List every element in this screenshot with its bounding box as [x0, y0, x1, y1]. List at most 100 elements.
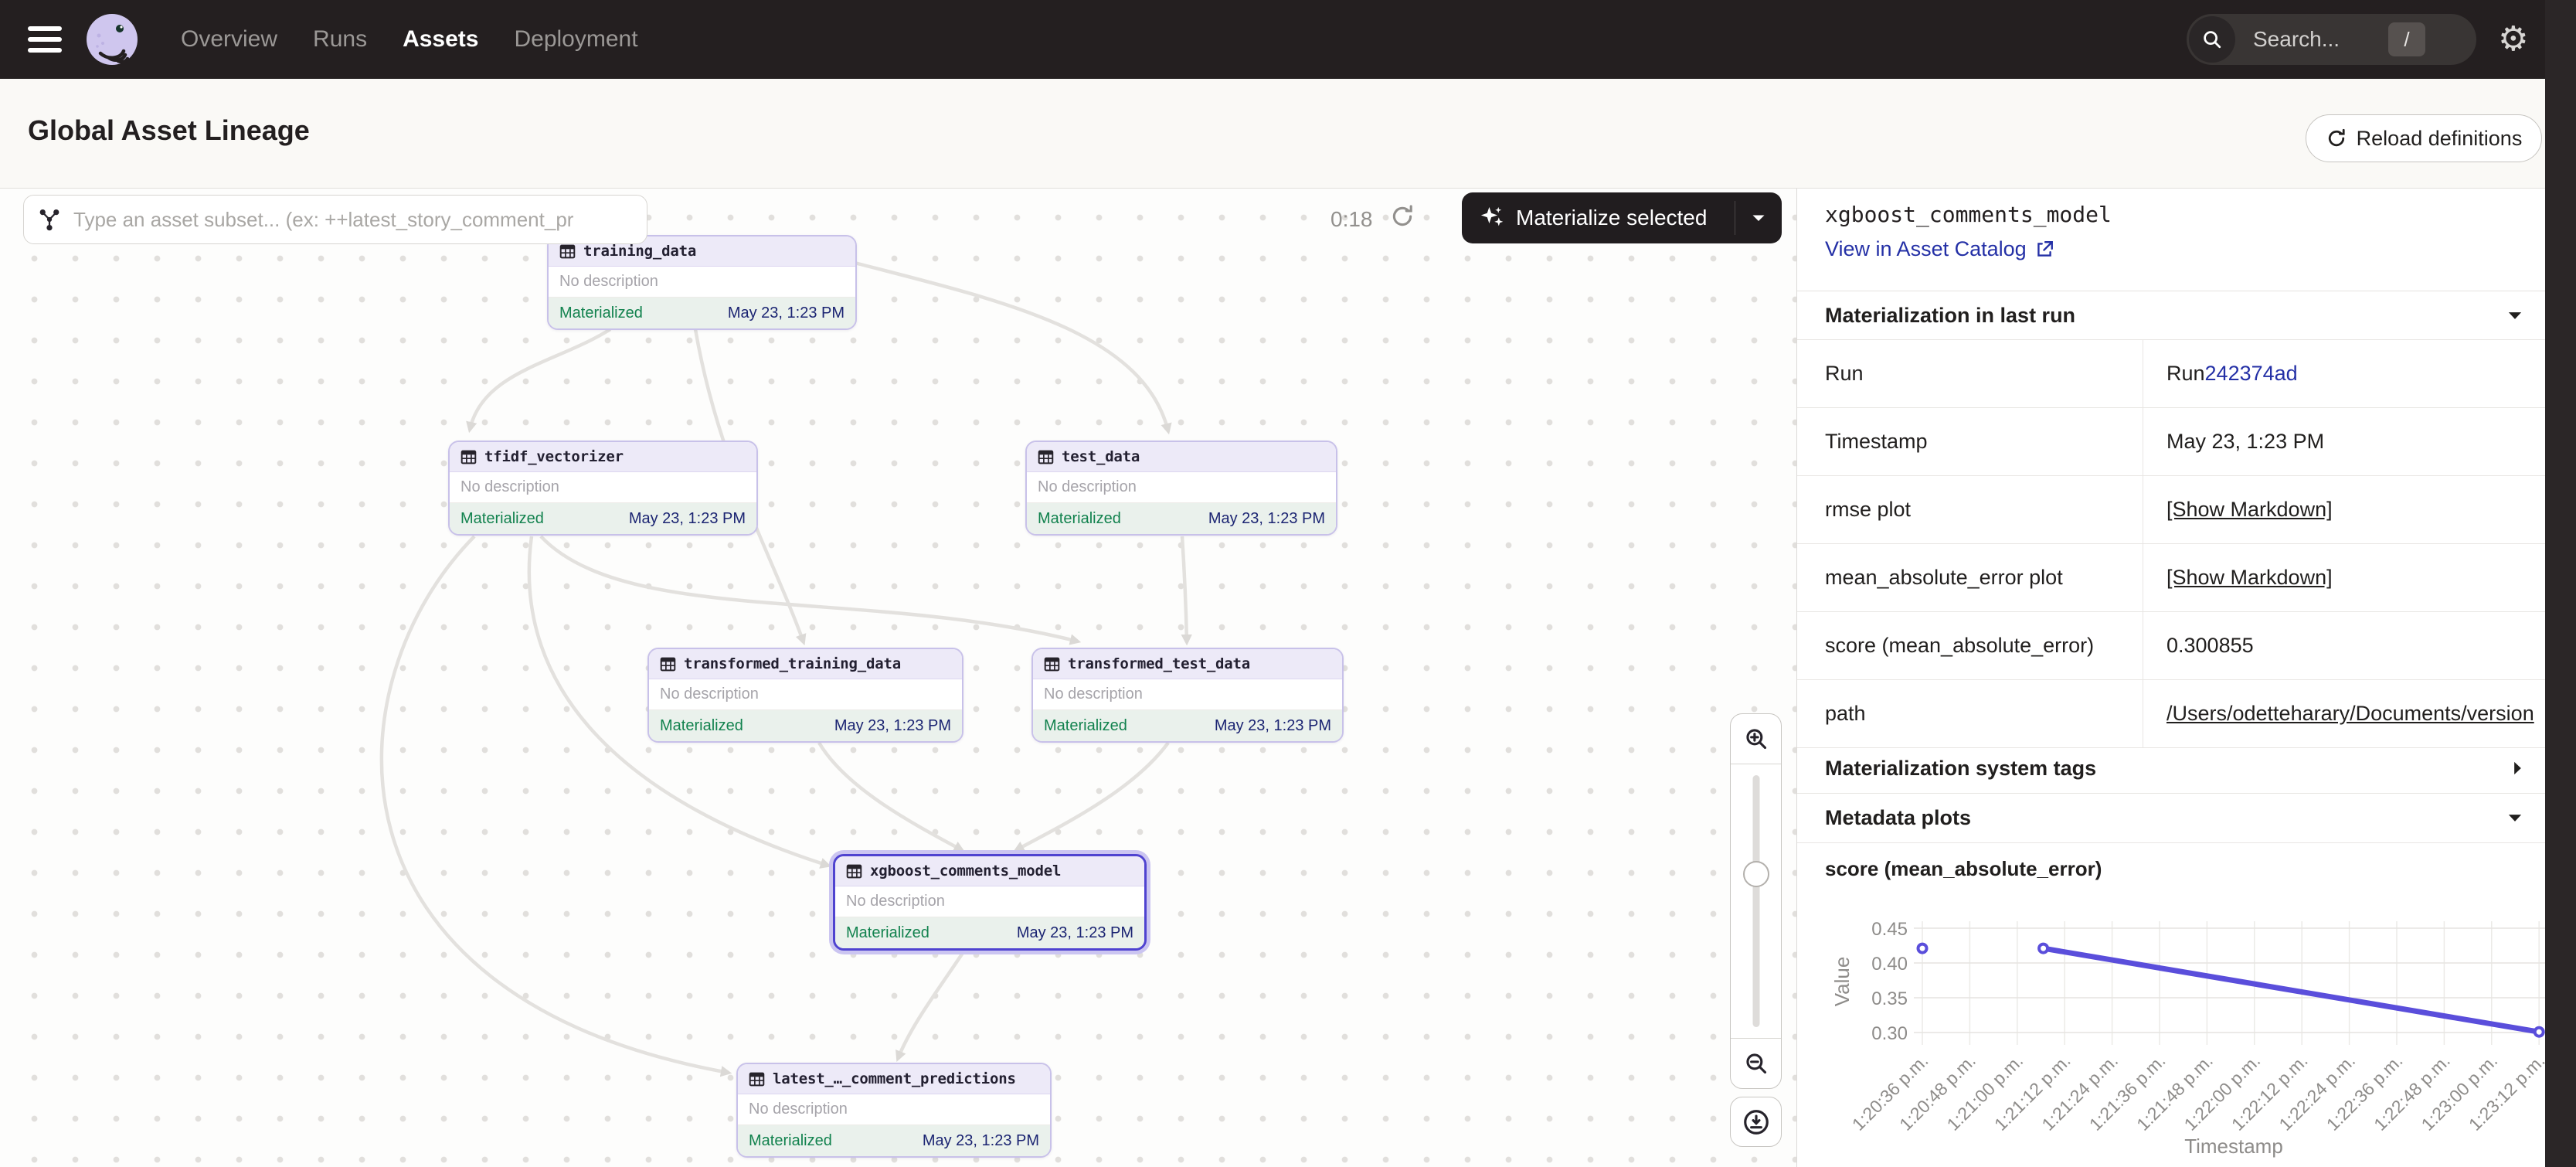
edge-xgboost_comments_model-to-latest_comment_predictions	[898, 951, 964, 1059]
zoom-slider[interactable]	[1731, 764, 1781, 1038]
metadata-row-rmse-plot: rmse plot [Show Markdown]	[1797, 476, 2546, 544]
data-point	[2039, 944, 2048, 953]
refresh-timer: 0:18	[1330, 207, 1373, 232]
graph-refresh-icon[interactable]	[1389, 203, 1415, 233]
metadata-label: path	[1797, 680, 2143, 747]
asset-node-training_data[interactable]: training_dataNo descriptionMaterializedM…	[547, 235, 857, 330]
global-search[interactable]: Search... /	[2187, 14, 2476, 65]
metadata-row-mean-absolute-error-plot: mean_absolute_error plot [Show Markdown]	[1797, 544, 2546, 612]
reload-icon	[2326, 128, 2347, 149]
edge-transformed_test_data-to-xgboost_comments_model	[1016, 743, 1168, 850]
page-header: Global Asset Lineage Reload definitions	[0, 79, 2576, 189]
download-icon	[1742, 1107, 1771, 1137]
y-tick-label: 0.40	[1871, 954, 1908, 975]
materialization-time: May 23, 1:23 PM	[1208, 510, 1325, 528]
node-name: training_data	[583, 243, 696, 260]
materialization-time: May 23, 1:23 PM	[728, 305, 845, 322]
reload-definitions-button[interactable]: Reload definitions	[2306, 114, 2542, 162]
asset-filter-input[interactable]	[72, 207, 647, 233]
edge-training_data-to-test_data	[855, 263, 1168, 431]
asset-node-tfidf_vectorizer[interactable]: tfidf_vectorizerNo descriptionMaterializ…	[448, 441, 758, 536]
asset-node-xgboost_comments_model[interactable]: xgboost_comments_modelNo descriptionMate…	[833, 854, 1147, 951]
nav-tab-overview[interactable]: Overview	[181, 26, 277, 53]
zoom-in-button[interactable]	[1731, 714, 1781, 764]
node-header: tfidf_vectorizer	[450, 442, 756, 472]
metadata-value: [Show Markdown]	[2143, 476, 2546, 543]
sparkle-icon	[1479, 205, 1505, 231]
table-icon	[559, 243, 576, 260]
zoom-slider-thumb[interactable]	[1743, 861, 1769, 887]
data-point	[1918, 944, 1927, 953]
node-description: No description	[450, 472, 756, 503]
metadata-row-timestamp: TimestampMay 23, 1:23 PM	[1797, 408, 2546, 476]
edge-transformed_training_data-to-xgboost_comments_model	[819, 743, 962, 850]
chevron-down-icon	[2507, 311, 2523, 321]
section-materialization-in-last-run[interactable]: Materialization in last run	[1797, 291, 2546, 340]
section-label: Materialization system tags	[1825, 757, 2096, 781]
chevron-right-icon	[2513, 760, 2523, 776]
workspace: training_data No description Materialized M…	[0, 188, 2576, 1167]
materialize-selected-button[interactable]: Materialize selected	[1462, 192, 1782, 243]
asset-filter	[23, 195, 647, 244]
asset-node-latest_comment_predictions[interactable]: latest_…_comment_predictionsNo descripti…	[736, 1063, 1052, 1158]
metadata-value: Run 242374ad	[2143, 340, 2546, 407]
view-in-catalog-link[interactable]: View in Asset Catalog	[1825, 237, 2054, 261]
asset-node-transformed_test_data[interactable]: transformed_test_dataNo description Mater…	[1031, 648, 1344, 743]
node-header: latest_…_comment_predictions	[738, 1064, 1050, 1094]
node-description: No description	[1027, 472, 1336, 503]
asset-node-test_data[interactable]: test_dataNo descriptionMaterializedMay 2…	[1025, 441, 1337, 536]
metadata-label: mean_absolute_error plot	[1797, 544, 2143, 611]
zoom-slider-track[interactable]	[1752, 775, 1759, 1027]
menu-icon[interactable]	[28, 26, 62, 53]
node-status-bar: Materialized May 23, 1:23 PM	[1027, 503, 1336, 534]
status-badge: Materialized	[1044, 717, 1127, 735]
settings-gear-icon[interactable]: ⚙	[2498, 19, 2528, 60]
status-badge: Materialized	[1038, 510, 1121, 528]
dagster-app: Overview Runs Assets Deployment Search... /…	[0, 0, 2576, 1167]
metadata-label: rmse plot	[1797, 476, 2143, 543]
table-icon	[1038, 449, 1054, 465]
asset-node-transformed_training_data[interactable]: transformed_training_dataNo descriptionM…	[647, 648, 963, 743]
metadata-row-run: RunRun 242374ad	[1797, 340, 2546, 408]
metadata-link[interactable]: [Show Markdown]	[2166, 566, 2333, 590]
nav-tabs: Overview Runs Assets Deployment	[181, 0, 638, 79]
asset-graph-icon	[38, 208, 61, 231]
dagster-logo-icon[interactable]	[85, 12, 139, 66]
table-icon	[660, 656, 676, 672]
metadata-row-path: path/Users/odetteharary/Documents/versio…	[1797, 680, 2546, 748]
node-status-bar: MaterializedMay 23, 1:23 PM	[738, 1125, 1050, 1156]
metadata-row-score-mean-absolute-error-: score (mean_absolute_error)0.300855	[1797, 612, 2546, 680]
y-tick-label: 0.35	[1871, 988, 1908, 1009]
zoom-out-button[interactable]	[1731, 1038, 1781, 1088]
node-description: No description	[738, 1094, 1050, 1125]
nav-tab-runs[interactable]: Runs	[313, 26, 367, 53]
materialization-time: May 23, 1:23 PM	[1215, 717, 1331, 735]
section-metadata-plots[interactable]: Metadata plots	[1797, 794, 2546, 843]
score-line	[2044, 948, 2540, 1032]
node-status-bar: MaterializedMay 23, 1:23 PM	[835, 917, 1144, 948]
download-image-button[interactable]	[1730, 1097, 1782, 1147]
top-nav: Overview Runs Assets Deployment Search... /…	[0, 0, 2576, 79]
asset-name: xgboost_comments_model	[1825, 202, 2112, 227]
metadata-table: RunRun 242374adTimestampMay 23, 1:23 PMr…	[1797, 340, 2546, 748]
metadata-value: 0.300855	[2143, 612, 2546, 679]
metadata-link[interactable]: /Users/odetteharary/Documents/version	[2166, 702, 2534, 726]
nav-tab-assets[interactable]: Assets	[403, 26, 478, 53]
metadata-value: May 23, 1:23 PM	[2143, 408, 2546, 475]
table-icon	[460, 449, 477, 465]
zoom-out-icon	[1743, 1050, 1769, 1077]
run-id-link[interactable]: 242374ad	[2205, 362, 2298, 386]
y-tick-label: 0.45	[1871, 919, 1908, 940]
node-header: xgboost_comments_model	[835, 856, 1144, 886]
metadata-link[interactable]: [Show Markdown]	[2166, 498, 2333, 522]
node-header: transformed_test_data	[1033, 649, 1342, 679]
node-description: No description	[1033, 679, 1342, 710]
node-header: transformed_training_data	[649, 649, 962, 679]
lineage-graph-canvas[interactable]: training_data No description Materialized M…	[0, 188, 1796, 1167]
nav-tab-deployment[interactable]: Deployment	[514, 26, 637, 53]
section-materialization-system-tags[interactable]: Materialization system tags	[1797, 743, 2546, 794]
zoom-in-icon	[1743, 726, 1769, 752]
node-status-bar: MaterializedMay 23, 1:23 PM	[450, 503, 756, 534]
node-status-bar: MaterializedMay 23, 1:23 PM	[649, 710, 962, 741]
materialize-dropdown-caret[interactable]	[1735, 213, 1782, 223]
